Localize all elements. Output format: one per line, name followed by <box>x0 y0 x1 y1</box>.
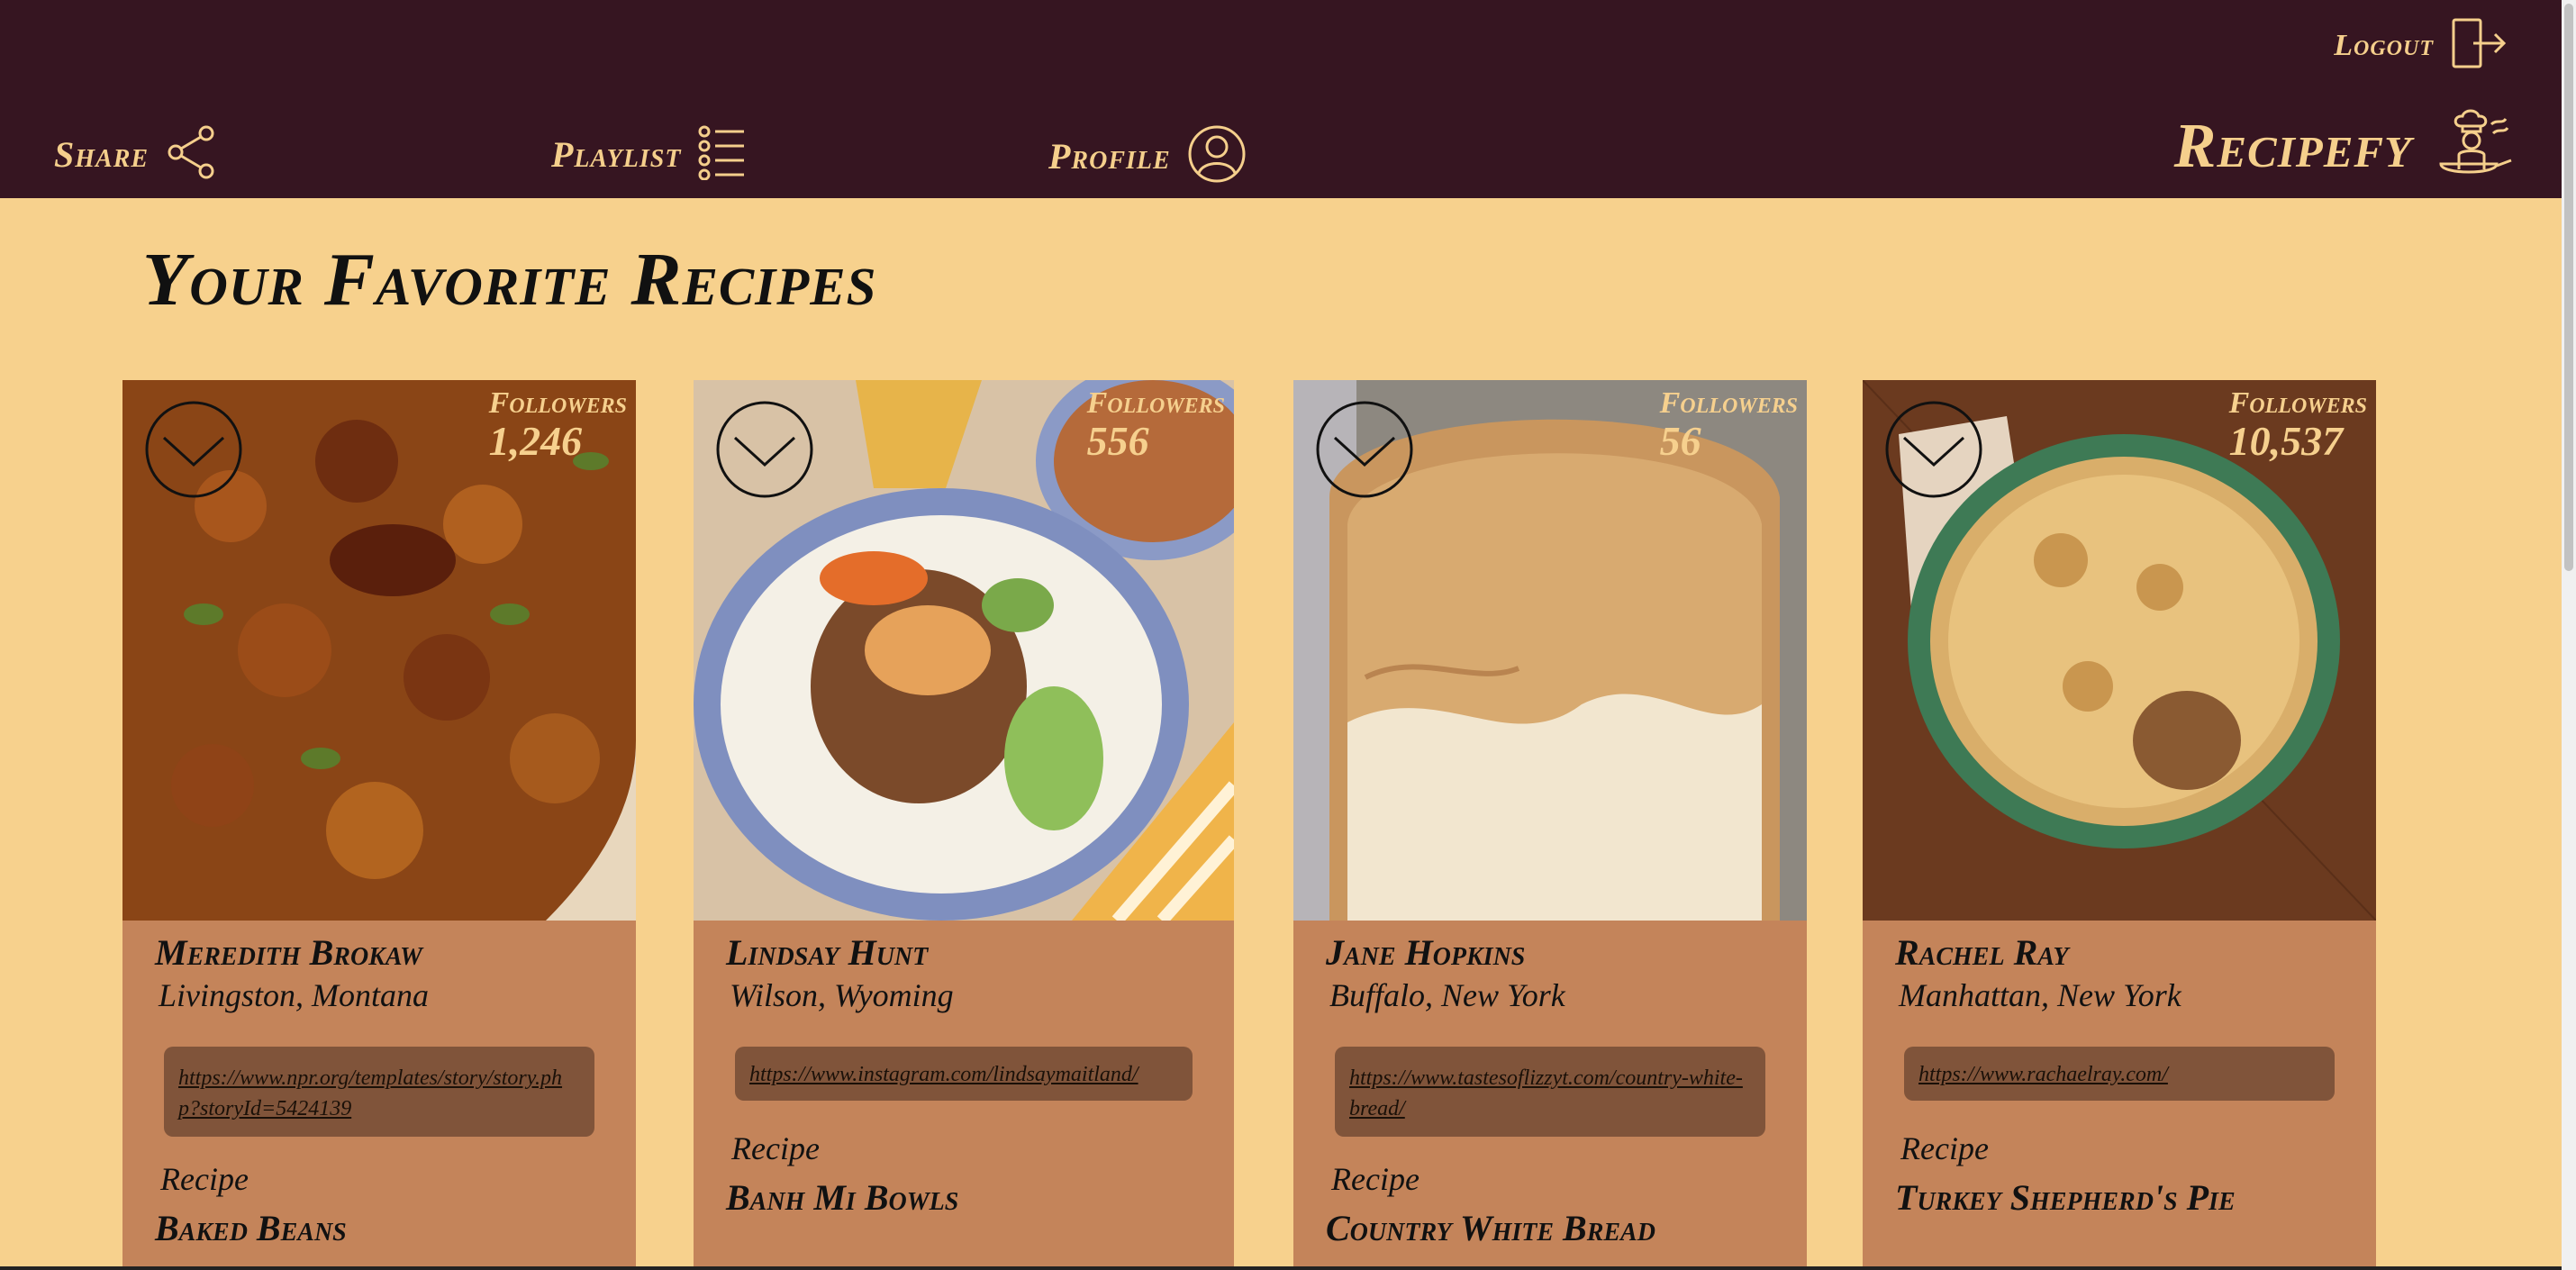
author-link[interactable]: https://www.rachaelray.com/ <box>1918 1059 2320 1090</box>
link-box: https://www.rachaelray.com/ <box>1904 1047 2335 1101</box>
followers-count: Followers 556 <box>1087 387 1225 463</box>
author-name: Meredith Brokaw <box>155 932 422 973</box>
logout-label: Logout <box>2334 28 2434 62</box>
followers-label: Followers <box>488 386 627 420</box>
chef-cooking-icon <box>2434 106 2515 186</box>
followers-count: Followers 1,246 <box>489 387 627 463</box>
author-link[interactable]: https://www.npr.org/templates/story/stor… <box>178 1063 580 1124</box>
chevron-down-icon[interactable] <box>1884 400 1983 499</box>
author-location: Manhattan, New York <box>1899 977 2181 1013</box>
followers-value: 1,246 <box>488 417 583 464</box>
chevron-down-icon[interactable] <box>144 400 243 499</box>
nav-profile-label: Profile <box>1048 136 1171 177</box>
chevron-down-icon[interactable] <box>1315 400 1414 499</box>
logout-button[interactable]: Logout <box>2334 16 2508 75</box>
nav-playlist[interactable]: Playlist <box>551 124 748 185</box>
author-location: Buffalo, New York <box>1329 977 1565 1013</box>
author-name: Rachel Ray <box>1895 932 2069 973</box>
brand-logo[interactable]: Recipefy <box>2174 106 2515 186</box>
recipe-card[interactable]: Followers 556 Lindsay Hunt Wilson, Wyomi… <box>694 380 1234 1270</box>
recipe-card[interactable]: Followers 10,537 Rachel Ray Manhattan, N… <box>1863 380 2376 1270</box>
recipe-name: Turkey Shepherd's Pie <box>1895 1177 2236 1218</box>
nav-share-label: Share <box>54 134 150 175</box>
recipe-name: Banh Mi Bowls <box>726 1177 959 1218</box>
followers-label: Followers <box>2228 386 2367 420</box>
recipe-card[interactable]: Followers 56 Jane Hopkins Buffalo, New Y… <box>1293 380 1807 1270</box>
recipe-name: Country White Bread <box>1326 1208 1655 1248</box>
link-box: https://www.npr.org/templates/story/stor… <box>164 1047 594 1137</box>
followers-label: Followers <box>1659 386 1798 420</box>
recipe-label: Recipe <box>1900 1130 1989 1166</box>
logout-icon <box>2450 16 2508 75</box>
followers-count: Followers 56 <box>1660 387 1798 463</box>
author-link[interactable]: https://www.tastesoflizzyt.com/country-w… <box>1349 1063 1751 1124</box>
followers-value: 56 <box>1659 417 1701 464</box>
nav-playlist-label: Playlist <box>551 134 682 175</box>
link-box: https://www.instagram.com/lindsaymaitlan… <box>735 1047 1193 1101</box>
nav-profile[interactable]: Profile <box>1048 124 1247 188</box>
user-circle-icon <box>1187 124 1247 188</box>
followers-count: Followers 10,537 <box>2229 387 2367 463</box>
author-name: Jane Hopkins <box>1326 932 1526 973</box>
scrollbar-thumb[interactable] <box>2564 4 2573 571</box>
recipe-card[interactable]: Followers 1,246 Meredith Brokaw Livingst… <box>122 380 636 1270</box>
recipe-label: Recipe <box>160 1161 249 1197</box>
recipe-name: Baked Beans <box>155 1208 347 1248</box>
author-location: Wilson, Wyoming <box>730 977 954 1013</box>
recipe-label: Recipe <box>731 1130 820 1166</box>
link-box: https://www.tastesoflizzyt.com/country-w… <box>1335 1047 1765 1137</box>
recipe-label: Recipe <box>1331 1161 1420 1197</box>
top-header: Logout Share Playlist Profile Recipefy <box>0 0 2562 198</box>
chevron-down-icon[interactable] <box>715 400 814 499</box>
followers-label: Followers <box>1086 386 1225 420</box>
author-location: Livingston, Montana <box>159 977 430 1013</box>
followers-value: 556 <box>1086 417 1149 464</box>
vertical-scrollbar[interactable] <box>2562 0 2576 1270</box>
author-name: Lindsay Hunt <box>726 932 929 973</box>
share-icon <box>165 124 219 185</box>
nav-share[interactable]: Share <box>54 124 219 185</box>
list-icon <box>697 124 748 185</box>
followers-value: 10,537 <box>2228 417 2344 464</box>
author-link[interactable]: https://www.instagram.com/lindsaymaitlan… <box>749 1059 1178 1090</box>
brand-name: Recipefy <box>2173 111 2412 181</box>
page-title: Your Favorite Recipes <box>142 238 877 322</box>
page-bottom-edge <box>0 1266 2562 1270</box>
